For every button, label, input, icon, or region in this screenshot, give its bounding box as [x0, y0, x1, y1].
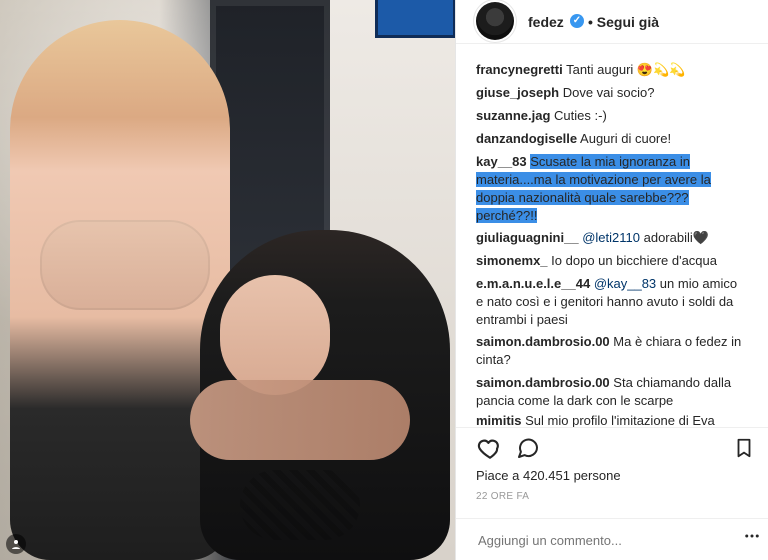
comment-item: giuse_joseph Dove vai socio?	[476, 84, 746, 102]
photo-face	[220, 275, 330, 395]
add-comment-bar	[456, 518, 768, 560]
comment-text: Io dopo un bicchiere d'acqua	[551, 253, 717, 268]
comment-item: francynegretti Tanti auguri 😍💫💫	[476, 61, 746, 79]
comment-item: giuliaguagnini__ @leti2110 adorabili🖤	[476, 229, 746, 247]
photo-arm	[190, 380, 410, 460]
comments-list[interactable]: francynegretti Tanti auguri 😍💫💫 giuse_jo…	[456, 57, 768, 427]
comment-username[interactable]: suzanne.jag	[476, 108, 550, 123]
photo-bra	[40, 220, 210, 310]
username[interactable]: fedez	[528, 14, 564, 30]
bookmark-icon[interactable]	[730, 434, 758, 462]
comment-username[interactable]: francynegretti	[476, 62, 563, 77]
heart-icon[interactable]	[476, 434, 504, 462]
comment-mention[interactable]: @leti2110	[582, 230, 640, 245]
comment-text: Auguri di cuore!	[580, 131, 672, 146]
comment-text: Dove vai socio?	[562, 85, 655, 100]
comment-icon-svg	[518, 438, 538, 458]
more-icon[interactable]	[743, 527, 761, 545]
photo-frame	[375, 0, 455, 38]
comment-username[interactable]: mimitis	[476, 413, 522, 427]
comment-text: Tanti auguri 😍💫💫	[566, 62, 686, 77]
comment-item: e.m.a.n.u.e.l.e__44 @kay__83 un mio amic…	[476, 275, 746, 329]
comment-username[interactable]: e.m.a.n.u.e.l.e__44	[476, 276, 590, 291]
comment-username[interactable]: simonemx_	[476, 253, 548, 268]
dot-separator: •	[588, 14, 597, 30]
comment-username[interactable]: giuse_joseph	[476, 85, 559, 100]
photo-tattoo	[240, 470, 360, 540]
comment-item: saimon.dambrosio.00 Ma è chiara o fedez …	[476, 333, 746, 369]
comment-icon[interactable]	[514, 434, 542, 462]
comment-username[interactable]: saimon.dambrosio.00	[476, 334, 610, 349]
comment-username[interactable]: saimon.dambrosio.00	[476, 375, 610, 390]
post-time: 22 ORE FA	[476, 491, 530, 502]
heart-icon-svg	[477, 439, 499, 459]
comment-text: Sul mio profilo l'imitazione di Eva	[525, 413, 715, 427]
comment-item: danzandogiselle Auguri di cuore!	[476, 130, 746, 148]
follow-status[interactable]: • Segui già	[588, 14, 659, 30]
add-comment-input[interactable]	[476, 529, 730, 551]
verified-badge-icon: ✓	[570, 14, 584, 28]
post-sidebar: fedez ✓ • Segui già francynegretti Tanti…	[455, 0, 768, 560]
comment-mention[interactable]: @kay__83	[594, 276, 656, 291]
comment-text: Cuties :-)	[554, 108, 607, 123]
comment-item: suzanne.jag Cuties :-)	[476, 107, 746, 125]
comment-item-selected: kay__83 Scusate la mia ignoranza in mate…	[476, 153, 746, 225]
post-photo[interactable]	[0, 0, 455, 560]
comment-username[interactable]: danzandogiselle	[476, 131, 577, 146]
post-actions	[456, 427, 768, 467]
user-tag-icon-svg	[12, 540, 20, 549]
avatar[interactable]	[476, 2, 514, 40]
comment-username[interactable]: giuliaguagnini__	[476, 230, 579, 245]
comment-text: adorabili🖤	[643, 230, 709, 245]
more-icon-svg	[745, 534, 759, 538]
user-tag-icon[interactable]	[6, 534, 26, 554]
comment-username[interactable]: kay__83	[476, 154, 527, 169]
post-header: fedez ✓ • Segui già	[456, 0, 768, 44]
comment-item-clipped: mimitis Sul mio profilo l'imitazione di …	[476, 412, 746, 427]
comment-item: simonemx_ Io dopo un bicchiere d'acqua	[476, 252, 746, 270]
bookmark-icon-svg	[737, 438, 751, 458]
likes-count[interactable]: Piace a 420.451 persone	[476, 468, 621, 483]
follow-label: Segui già	[596, 14, 660, 30]
comment-item: saimon.dambrosio.00 Sta chiamando dalla …	[476, 374, 746, 410]
